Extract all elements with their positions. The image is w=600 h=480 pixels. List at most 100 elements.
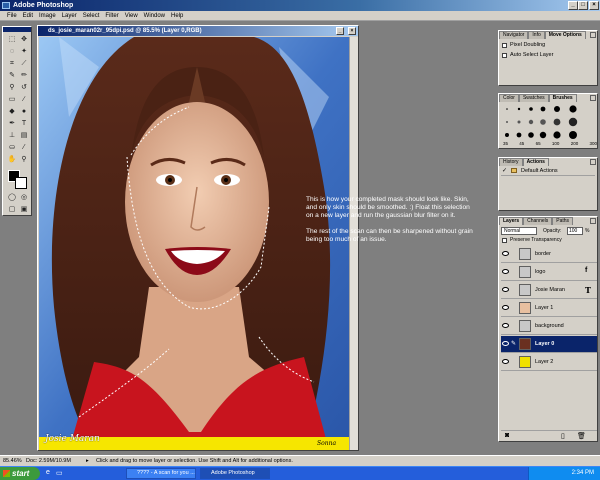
tab-color[interactable]: Color bbox=[499, 94, 519, 102]
eye-icon[interactable] bbox=[502, 287, 509, 292]
stamp-tool-icon[interactable]: ⚲ bbox=[6, 83, 18, 93]
zoom-tool-icon[interactable]: ⚲ bbox=[18, 155, 30, 165]
app-title-bar: Adobe Photoshop bbox=[0, 0, 600, 11]
menu-view[interactable]: View bbox=[122, 11, 141, 21]
magic-wand-tool-icon[interactable]: ✦ bbox=[18, 47, 30, 57]
tab-channels[interactable]: Channels bbox=[523, 217, 553, 225]
tab-brushes[interactable]: Brushes bbox=[548, 94, 577, 102]
menu-select[interactable]: Select bbox=[80, 11, 103, 21]
menu-edit[interactable]: Edit bbox=[20, 11, 36, 21]
close-button[interactable]: × bbox=[589, 1, 599, 10]
screen-mode-standard-icon[interactable]: ▢ bbox=[6, 205, 18, 215]
quick-launch-ie-icon[interactable]: e bbox=[46, 469, 50, 476]
background-color-swatch[interactable] bbox=[15, 177, 27, 189]
tab-move-options[interactable]: Move Options bbox=[544, 31, 586, 39]
crop-tool-icon[interactable]: ⌗ bbox=[6, 59, 18, 69]
actions-tabs: History Actions bbox=[499, 158, 549, 166]
layer-row-background[interactable]: background bbox=[501, 318, 597, 335]
clock[interactable]: 2:34 PM bbox=[572, 470, 594, 476]
auto-select-layer-checkbox[interactable] bbox=[502, 53, 507, 58]
quick-mask-mode-icon[interactable]: ◎ bbox=[18, 193, 30, 203]
eye-icon[interactable] bbox=[502, 359, 509, 364]
tab-history[interactable]: History bbox=[499, 158, 523, 166]
trash-icon[interactable]: 🗑 bbox=[577, 432, 586, 440]
app-title: Adobe Photoshop bbox=[13, 2, 74, 9]
tab-layers[interactable]: Layers bbox=[499, 217, 524, 225]
eraser-tool-icon[interactable]: ▭ bbox=[6, 95, 18, 105]
doc-close-button[interactable]: × bbox=[348, 27, 356, 35]
eye-icon[interactable] bbox=[502, 305, 509, 310]
pencil-tool-icon[interactable]: ∕ bbox=[18, 95, 30, 105]
eye-icon[interactable] bbox=[502, 269, 509, 274]
pen-tool-icon[interactable]: ✒ bbox=[6, 119, 18, 129]
palette-close-icon[interactable] bbox=[590, 159, 596, 165]
brush-size-45: 45 bbox=[519, 141, 525, 146]
layer-name: background bbox=[535, 323, 564, 329]
menu-help[interactable]: Help bbox=[168, 11, 186, 21]
eyedropper-tool-icon[interactable]: ⁄ bbox=[18, 143, 30, 153]
palette-close-icon[interactable] bbox=[590, 95, 596, 101]
slice-tool-icon[interactable]: ⟋ bbox=[18, 59, 30, 69]
menu-image[interactable]: Image bbox=[36, 11, 59, 21]
tab-paths[interactable]: Paths bbox=[552, 217, 574, 225]
tab-swatches[interactable]: Swatches bbox=[518, 94, 549, 102]
photoshop-app-icon bbox=[2, 2, 10, 9]
layer-row-layer-1[interactable]: Layer 1 bbox=[501, 300, 597, 317]
status-arrow-icon[interactable]: ▸ bbox=[86, 456, 89, 466]
portrait-image bbox=[39, 37, 349, 450]
status-bar: 85.46% Doc: 2.59M/10.9M ▸ Click and drag… bbox=[0, 455, 600, 466]
brush-size-100: 100 bbox=[551, 141, 560, 146]
tab-info[interactable]: Info bbox=[528, 31, 545, 39]
blend-mode-select[interactable]: Normal bbox=[501, 227, 537, 235]
new-layer-icon[interactable]: ▯ bbox=[561, 432, 565, 440]
image-canvas[interactable]: Josie Maran Sonna bbox=[39, 37, 349, 450]
hand-tool-icon[interactable]: ✋ bbox=[6, 155, 18, 165]
preserve-transparency-checkbox[interactable] bbox=[502, 238, 507, 243]
status-zoom[interactable]: 85.46% bbox=[3, 456, 22, 466]
taskbar-browser-button[interactable]: ???? - A scan for you ... bbox=[126, 468, 196, 479]
menu-window[interactable]: Window bbox=[141, 11, 168, 21]
opacity-unit: % bbox=[585, 228, 590, 234]
lasso-tool-icon[interactable]: ◌ bbox=[6, 47, 18, 57]
palette-close-icon[interactable] bbox=[590, 32, 596, 38]
action-set-row[interactable]: ✓ Default Actions bbox=[501, 167, 595, 176]
tab-navigator[interactable]: Navigator bbox=[499, 31, 529, 39]
layer-row-layer-0[interactable]: ✎ Layer 0 bbox=[501, 336, 597, 353]
standard-mode-icon[interactable]: ◯ bbox=[6, 193, 18, 203]
menu-layer[interactable]: Layer bbox=[59, 11, 80, 21]
maximize-button[interactable]: □ bbox=[578, 1, 588, 10]
doc-minimize-button[interactable]: _ bbox=[336, 27, 344, 35]
layer-name: Josie Maran bbox=[535, 287, 565, 293]
palette-close-icon[interactable] bbox=[590, 218, 596, 224]
layer-row-logo[interactable]: logo f bbox=[501, 264, 597, 281]
menu-file[interactable]: File bbox=[4, 11, 20, 21]
brush-tool-icon[interactable]: ✏ bbox=[18, 71, 30, 81]
eye-icon[interactable] bbox=[502, 341, 509, 346]
move-tool-icon[interactable]: ✥ bbox=[18, 35, 30, 45]
type-tool-icon[interactable]: T bbox=[18, 119, 30, 129]
measure-tool-icon[interactable]: ⊥ bbox=[6, 131, 18, 141]
marquee-tool-icon[interactable]: ⬚ bbox=[6, 35, 18, 45]
pixel-doubling-checkbox[interactable] bbox=[502, 43, 507, 48]
airbrush-tool-icon[interactable]: ✎ bbox=[6, 71, 18, 81]
opacity-field[interactable]: 100 bbox=[567, 227, 583, 235]
layer-row-border[interactable]: border bbox=[501, 246, 597, 263]
blur-tool-icon[interactable]: ◆ bbox=[6, 107, 18, 117]
screen-mode-full-icon[interactable]: ▣ bbox=[18, 205, 30, 215]
tab-actions[interactable]: Actions bbox=[522, 158, 549, 166]
layer-row-layer-2[interactable]: Layer 2 bbox=[501, 354, 597, 371]
paint-bucket-tool-icon[interactable]: ⛀ bbox=[6, 143, 18, 153]
layer-row-josie-maran[interactable]: Josie Maran T bbox=[501, 282, 597, 299]
eye-icon[interactable] bbox=[502, 323, 509, 328]
dodge-tool-icon[interactable]: ● bbox=[18, 107, 30, 117]
menu-filter[interactable]: Filter bbox=[102, 11, 121, 21]
gradient-tool-icon[interactable]: ▤ bbox=[18, 131, 30, 141]
eye-icon[interactable] bbox=[502, 251, 509, 256]
taskbar-photoshop-button[interactable]: Adobe Photoshop bbox=[200, 468, 270, 479]
layer-mask-icon[interactable]: ◙ bbox=[505, 432, 509, 439]
layer-thumbnail bbox=[519, 284, 531, 296]
minimize-button[interactable]: _ bbox=[568, 1, 578, 10]
opacity-value: 100 bbox=[569, 228, 578, 234]
history-brush-tool-icon[interactable]: ↺ bbox=[18, 83, 30, 93]
quick-launch-desktop-icon[interactable]: ▭ bbox=[56, 469, 63, 477]
